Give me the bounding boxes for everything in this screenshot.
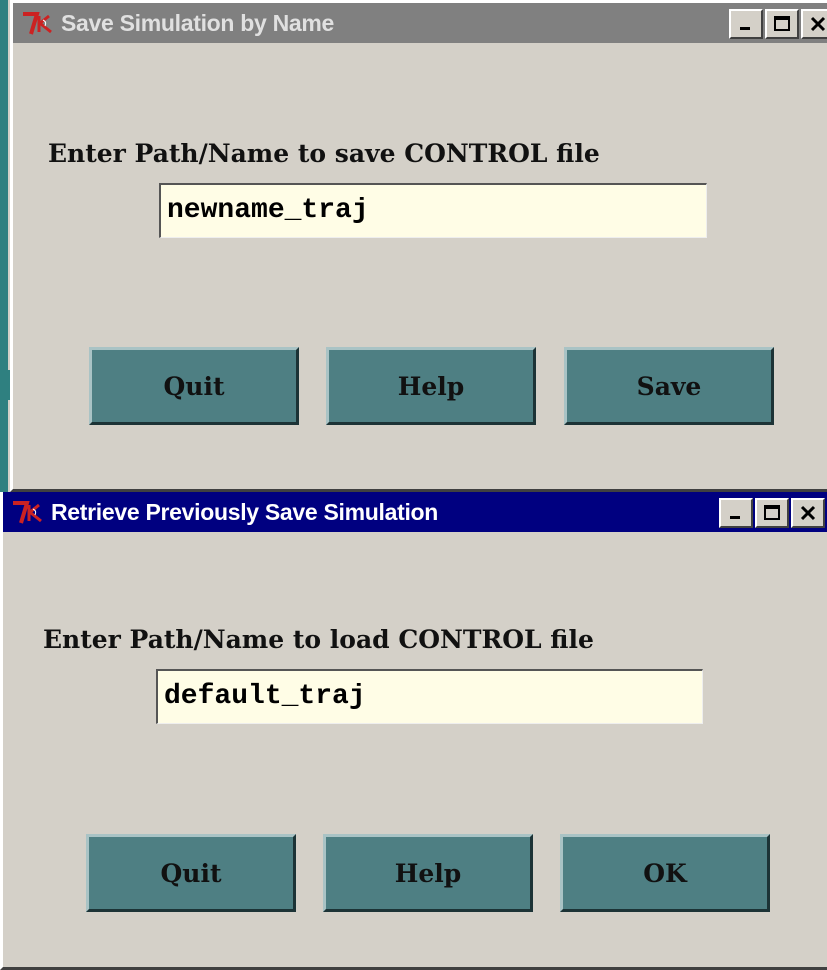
save-prompt-label: Enter Path/Name to save CONTROL file xyxy=(48,139,600,168)
maximize-button[interactable] xyxy=(755,498,789,528)
window-controls xyxy=(729,9,827,39)
help-button[interactable]: Help xyxy=(326,347,536,425)
minimize-button[interactable] xyxy=(729,9,763,39)
maximize-icon xyxy=(764,505,780,520)
save-path-field[interactable]: newname_traj xyxy=(159,183,707,238)
tk-logo-icon xyxy=(11,498,47,526)
tk-logo-icon xyxy=(21,9,57,37)
retrieve-prompt-label: Enter Path/Name to load CONTROL file xyxy=(43,625,594,654)
window-title: Save Simulation by Name xyxy=(61,9,335,36)
close-icon xyxy=(810,16,826,32)
minimize-icon xyxy=(730,516,740,519)
close-button[interactable] xyxy=(801,9,827,39)
retrieve-path-field[interactable]: default_traj xyxy=(156,669,703,724)
minimize-icon xyxy=(740,27,750,30)
close-button[interactable] xyxy=(791,498,825,528)
window-title: Retrieve Previously Save Simulation xyxy=(51,498,439,525)
save-window-titlebar[interactable]: Save Simulation by Name xyxy=(13,3,827,43)
retrieve-simulation-window: Retrieve Previously Save Simulation Ente… xyxy=(0,492,827,970)
help-button[interactable]: Help xyxy=(323,834,533,912)
maximize-icon xyxy=(774,16,790,31)
window-controls xyxy=(719,498,825,528)
quit-button[interactable]: Quit xyxy=(89,347,299,425)
save-button[interactable]: Save xyxy=(564,347,774,425)
ok-button[interactable]: OK xyxy=(560,834,770,912)
quit-button[interactable]: Quit xyxy=(86,834,296,912)
close-icon xyxy=(800,505,816,521)
maximize-button[interactable] xyxy=(765,9,799,39)
minimize-button[interactable] xyxy=(719,498,753,528)
save-simulation-window: Save Simulation by Name Enter Path/Name … xyxy=(10,0,827,492)
retrieve-window-titlebar[interactable]: Retrieve Previously Save Simulation xyxy=(3,492,827,532)
